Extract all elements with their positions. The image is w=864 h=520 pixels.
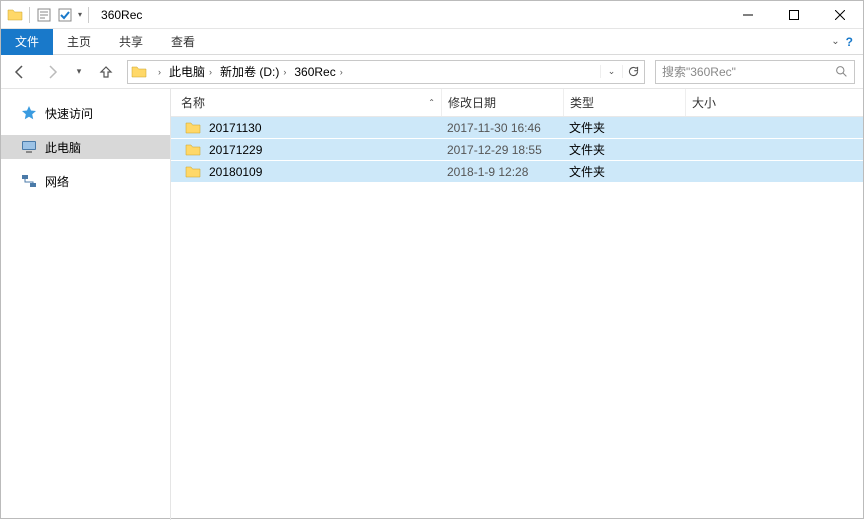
folder-icon (185, 142, 201, 158)
column-size-label: 大小 (692, 94, 716, 111)
column-headers: 名称 ⌃ 修改日期 类型 大小 (171, 89, 863, 117)
up-button[interactable] (95, 61, 117, 83)
column-header-size[interactable]: 大小 (685, 89, 807, 116)
window-title: 360Rec (101, 8, 142, 22)
ribbon-tab-share[interactable]: 共享 (105, 29, 157, 55)
sidebar-network-label: 网络 (45, 173, 69, 190)
column-name-label: 名称 (181, 94, 205, 111)
ribbon-tab-view[interactable]: 查看 (157, 29, 209, 55)
row-name: 20171229 (209, 143, 262, 157)
row-name: 20171130 (209, 121, 262, 135)
sidebar-thispc-label: 此电脑 (45, 139, 81, 156)
breadcrumb-drive-label: 新加卷 (D:) (220, 63, 279, 80)
sidebar-item-network[interactable]: 网络 (1, 169, 170, 193)
sidebar: 快速访问 此电脑 网络 (1, 89, 171, 520)
table-row[interactable]: 20171229 2017-12-29 18:55文件夹 (171, 139, 863, 161)
forward-button[interactable] (41, 61, 63, 83)
network-icon (21, 173, 37, 189)
row-date: 2017-11-30 16:46 (441, 121, 563, 135)
qat-separator (29, 7, 30, 23)
refresh-button[interactable] (622, 65, 644, 78)
search-placeholder: 搜索"360Rec" (662, 63, 736, 80)
recent-dropdown-icon[interactable]: ▾ (73, 61, 85, 83)
ribbon-tab-file[interactable]: 文件 (1, 29, 53, 55)
address-folder-icon (128, 64, 150, 80)
sidebar-quick-label: 快速访问 (45, 105, 93, 122)
column-type-label: 类型 (570, 94, 594, 111)
qat-properties-icon[interactable] (36, 7, 52, 23)
search-icon (835, 65, 848, 78)
row-date: 2018-1-9 12:28 (441, 165, 563, 179)
table-row[interactable]: 20180109 2018-1-9 12:28文件夹 (171, 161, 863, 183)
breadcrumb-folder-label: 360Rec (294, 65, 335, 79)
table-row[interactable]: 20171130 2017-11-30 16:46文件夹 (171, 117, 863, 139)
column-header-name[interactable]: 名称 ⌃ (181, 94, 441, 111)
column-header-date[interactable]: 修改日期 (441, 89, 563, 116)
row-type: 文件夹 (563, 163, 685, 180)
column-header-type[interactable]: 类型 (563, 89, 685, 116)
breadcrumb-root[interactable]: 此电脑› (165, 61, 216, 83)
star-icon (21, 105, 37, 121)
row-type: 文件夹 (563, 141, 685, 158)
row-name: 20180109 (209, 165, 262, 179)
search-input[interactable]: 搜索"360Rec" (655, 60, 855, 84)
back-button[interactable] (9, 61, 31, 83)
breadcrumb-chevron-icon[interactable]: › (150, 61, 165, 83)
sidebar-item-this-pc[interactable]: 此电脑 (1, 135, 170, 159)
address-bar[interactable]: › 此电脑› 新加卷 (D:)› 360Rec› ⌄ (127, 60, 645, 84)
ribbon-collapse-chevron-icon[interactable]: ⌄ (831, 36, 839, 47)
row-date: 2017-12-29 18:55 (441, 143, 563, 157)
monitor-icon (21, 139, 37, 155)
breadcrumb-drive[interactable]: 新加卷 (D:)› (216, 61, 290, 83)
app-folder-icon (7, 7, 23, 23)
breadcrumb-folder[interactable]: 360Rec› (290, 61, 346, 83)
qat-separator-2 (88, 7, 89, 23)
folder-icon (185, 164, 201, 180)
folder-icon (185, 120, 201, 136)
row-type: 文件夹 (563, 119, 685, 136)
qat-checkbox-icon[interactable] (58, 8, 72, 22)
qat-dropdown-icon[interactable]: ▾ (78, 10, 82, 19)
minimize-button[interactable] (725, 1, 771, 29)
address-dropdown-icon[interactable]: ⌄ (600, 65, 622, 78)
sidebar-item-quick-access[interactable]: 快速访问 (1, 101, 170, 125)
ribbon-help-icon[interactable]: ? (846, 35, 853, 49)
close-button[interactable] (817, 1, 863, 29)
breadcrumb-root-label: 此电脑 (169, 63, 205, 80)
sort-caret-icon: ⌃ (428, 98, 435, 107)
ribbon-tab-home[interactable]: 主页 (53, 29, 105, 55)
column-date-label: 修改日期 (448, 94, 496, 111)
maximize-button[interactable] (771, 1, 817, 29)
